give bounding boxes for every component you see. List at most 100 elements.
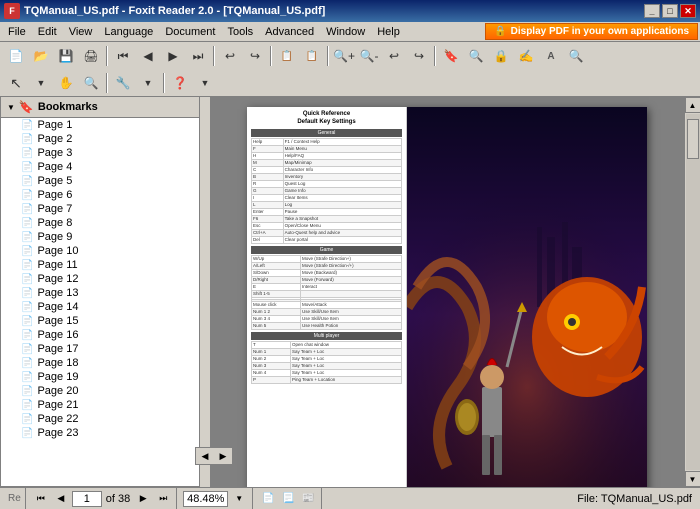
toolbar-first[interactable]: ⏮ bbox=[111, 45, 135, 67]
foxit-notification[interactable]: 🔒 Display PDF in your own applications bbox=[485, 23, 698, 40]
page-icon-2: 📄 bbox=[21, 134, 33, 145]
menu-tools[interactable]: Tools bbox=[221, 24, 259, 40]
scroll-thumb[interactable] bbox=[687, 119, 699, 159]
close-button[interactable]: ✕ bbox=[680, 4, 696, 18]
sidebar-item-page8[interactable]: 📄Page 8 bbox=[1, 216, 199, 230]
sidebar-item-page11[interactable]: 📄Page 11 bbox=[1, 258, 199, 272]
facing-view[interactable]: 📰 bbox=[299, 491, 317, 507]
sidebar-item-page19[interactable]: 📄Page 19 bbox=[1, 370, 199, 384]
sidebar-item-page20[interactable]: 📄Page 20 bbox=[1, 384, 199, 398]
menu-edit[interactable]: Edit bbox=[32, 24, 63, 40]
status-left: Re bbox=[4, 488, 26, 509]
toolbar-search[interactable]: 🔍 bbox=[564, 45, 588, 67]
toolbar-last[interactable]: ⏭ bbox=[186, 45, 210, 67]
toolbar-help-btn[interactable]: ❓ bbox=[168, 72, 192, 94]
toolbar-zoomin[interactable]: 🔍+ bbox=[332, 45, 356, 67]
toolbar-select[interactable]: ↖ bbox=[4, 72, 28, 94]
sidebar-item-page23[interactable]: 📄Page 23 bbox=[1, 426, 199, 440]
sidebar-item-page21[interactable]: 📄Page 21 bbox=[1, 398, 199, 412]
pdf-viewer[interactable]: Quick ReferenceDefault Key Settings Gene… bbox=[210, 97, 684, 487]
titan-quest-cover: TITAN QUEST bbox=[407, 107, 647, 487]
menu-file[interactable]: File bbox=[2, 24, 32, 40]
page-icon-16: 📄 bbox=[21, 330, 33, 341]
sidebar-item-page22[interactable]: 📄Page 22 bbox=[1, 412, 199, 426]
sidebar-item-page5[interactable]: 📄Page 5 bbox=[1, 174, 199, 188]
sidebar-title: Bookmarks bbox=[38, 101, 98, 113]
menu-language[interactable]: Language bbox=[98, 24, 159, 40]
sidebar-item-page13[interactable]: 📄Page 13 bbox=[1, 286, 199, 300]
toolbar-zoom-tool[interactable]: 🔍 bbox=[79, 72, 103, 94]
page-icon-23: 📄 bbox=[21, 428, 33, 439]
table-row: Num 3 4Use Skill/Use Item bbox=[252, 315, 402, 322]
toolbar-copy[interactable]: 📋 bbox=[275, 45, 299, 67]
toolbar-text[interactable]: A bbox=[539, 45, 563, 67]
sidebar-scroll-left[interactable]: ◀ bbox=[196, 448, 214, 464]
toolbar-back[interactable]: ↩ bbox=[218, 45, 242, 67]
menu-document[interactable]: Document bbox=[159, 24, 221, 40]
sidebar-item-page17[interactable]: 📄Page 17 bbox=[1, 342, 199, 356]
toolbar-undo[interactable]: ↩ bbox=[382, 45, 406, 67]
status-bar: Re ⏮ ◀ 1 of 38 ▶ ⏭ ▼ 📄 📃 📰 File: TQManua… bbox=[0, 487, 700, 509]
sidebar-item-page1[interactable]: 📄Page 1 bbox=[1, 118, 199, 132]
status-next-page[interactable]: ▶ bbox=[134, 491, 152, 507]
filename-section: File: TQManual_US.pdf bbox=[573, 488, 696, 509]
sidebar-item-page7[interactable]: 📄Page 7 bbox=[1, 202, 199, 216]
menu-advanced[interactable]: Advanced bbox=[259, 24, 320, 40]
toolbar-open[interactable]: 📂 bbox=[29, 45, 53, 67]
toolbar-save[interactable]: 💾 bbox=[54, 45, 78, 67]
toolbar-prev[interactable]: ◀ bbox=[136, 45, 160, 67]
sidebar-item-page3[interactable]: 📄Page 3 bbox=[1, 146, 199, 160]
menu-window[interactable]: Window bbox=[320, 24, 371, 40]
status-filename: File: TQManual_US.pdf bbox=[577, 493, 692, 505]
sidebar-item-page10[interactable]: 📄Page 10 bbox=[1, 244, 199, 258]
toolbar-find[interactable]: 🔍 bbox=[464, 45, 488, 67]
status-prev-page[interactable]: ◀ bbox=[52, 491, 70, 507]
status-last-page[interactable]: ⏭ bbox=[154, 491, 172, 507]
status-first-page[interactable]: ⏮ bbox=[32, 491, 50, 507]
sidebar-item-page15[interactable]: 📄Page 15 bbox=[1, 314, 199, 328]
toolbar-redo[interactable]: ↪ bbox=[407, 45, 431, 67]
sidebar-item-page2[interactable]: 📄Page 2 bbox=[1, 132, 199, 146]
sidebar-scroll-right[interactable]: ▶ bbox=[214, 448, 232, 464]
current-page-input[interactable]: 1 bbox=[72, 491, 102, 507]
toolbar-paste[interactable]: 📋 bbox=[300, 45, 324, 67]
menu-help[interactable]: Help bbox=[371, 24, 406, 40]
sidebar-item-page4[interactable]: 📄Page 4 bbox=[1, 160, 199, 174]
zoom-input[interactable] bbox=[183, 491, 228, 507]
table-row: Num 5Use Health Potion bbox=[252, 322, 402, 329]
toolbar-print[interactable]: 🖨 bbox=[79, 45, 103, 67]
toolbar-dropdown-arrow[interactable]: ▼ bbox=[29, 72, 53, 94]
toolbar-pan[interactable]: ✋ bbox=[54, 72, 78, 94]
sidebar-item-page6[interactable]: 📄Page 6 bbox=[1, 188, 199, 202]
toolbar-wrench[interactable]: 🔧 bbox=[111, 72, 135, 94]
scroll-track[interactable] bbox=[686, 114, 700, 470]
maximize-button[interactable]: □ bbox=[662, 4, 678, 18]
toolbar-help-dd[interactable]: ▼ bbox=[193, 72, 217, 94]
page-icon-4: 📄 bbox=[21, 162, 33, 173]
toolbar-sep-1 bbox=[106, 46, 108, 66]
sidebar-item-page14[interactable]: 📄Page 14 bbox=[1, 300, 199, 314]
minimize-button[interactable]: _ bbox=[644, 4, 660, 18]
scrollbar-right: ▲ ▼ bbox=[684, 97, 700, 487]
table-row: HelpF1 / Context Help bbox=[252, 138, 402, 145]
zoom-dropdown[interactable]: ▼ bbox=[230, 491, 248, 507]
menu-view[interactable]: View bbox=[63, 24, 99, 40]
toolbar-dd2[interactable]: ▼ bbox=[136, 72, 160, 94]
continuous-view[interactable]: 📃 bbox=[279, 491, 297, 507]
toolbar-new[interactable]: 📄 bbox=[4, 45, 28, 67]
toolbar-sign[interactable]: ✍ bbox=[514, 45, 538, 67]
toolbar-zoomout[interactable]: 🔍- bbox=[357, 45, 381, 67]
single-page-view[interactable]: 📄 bbox=[259, 491, 277, 507]
toolbar-bookmark[interactable]: 🔖 bbox=[439, 45, 463, 67]
toolbar-forward[interactable]: ↪ bbox=[243, 45, 267, 67]
sidebar-item-page16[interactable]: 📄Page 16 bbox=[1, 328, 199, 342]
toolbar-encrypt[interactable]: 🔒 bbox=[489, 45, 513, 67]
sidebar-item-page9[interactable]: 📄Page 9 bbox=[1, 230, 199, 244]
sidebar-item-page18[interactable]: 📄Page 18 bbox=[1, 356, 199, 370]
scroll-up-button[interactable]: ▲ bbox=[685, 97, 700, 113]
scroll-down-button[interactable]: ▼ bbox=[685, 471, 700, 487]
table-row: IClear Items bbox=[252, 194, 402, 201]
sidebar-item-page12[interactable]: 📄Page 12 bbox=[1, 272, 199, 286]
toolbar-next[interactable]: ▶ bbox=[161, 45, 185, 67]
bookmarks-icon: 🔖 bbox=[19, 100, 34, 114]
